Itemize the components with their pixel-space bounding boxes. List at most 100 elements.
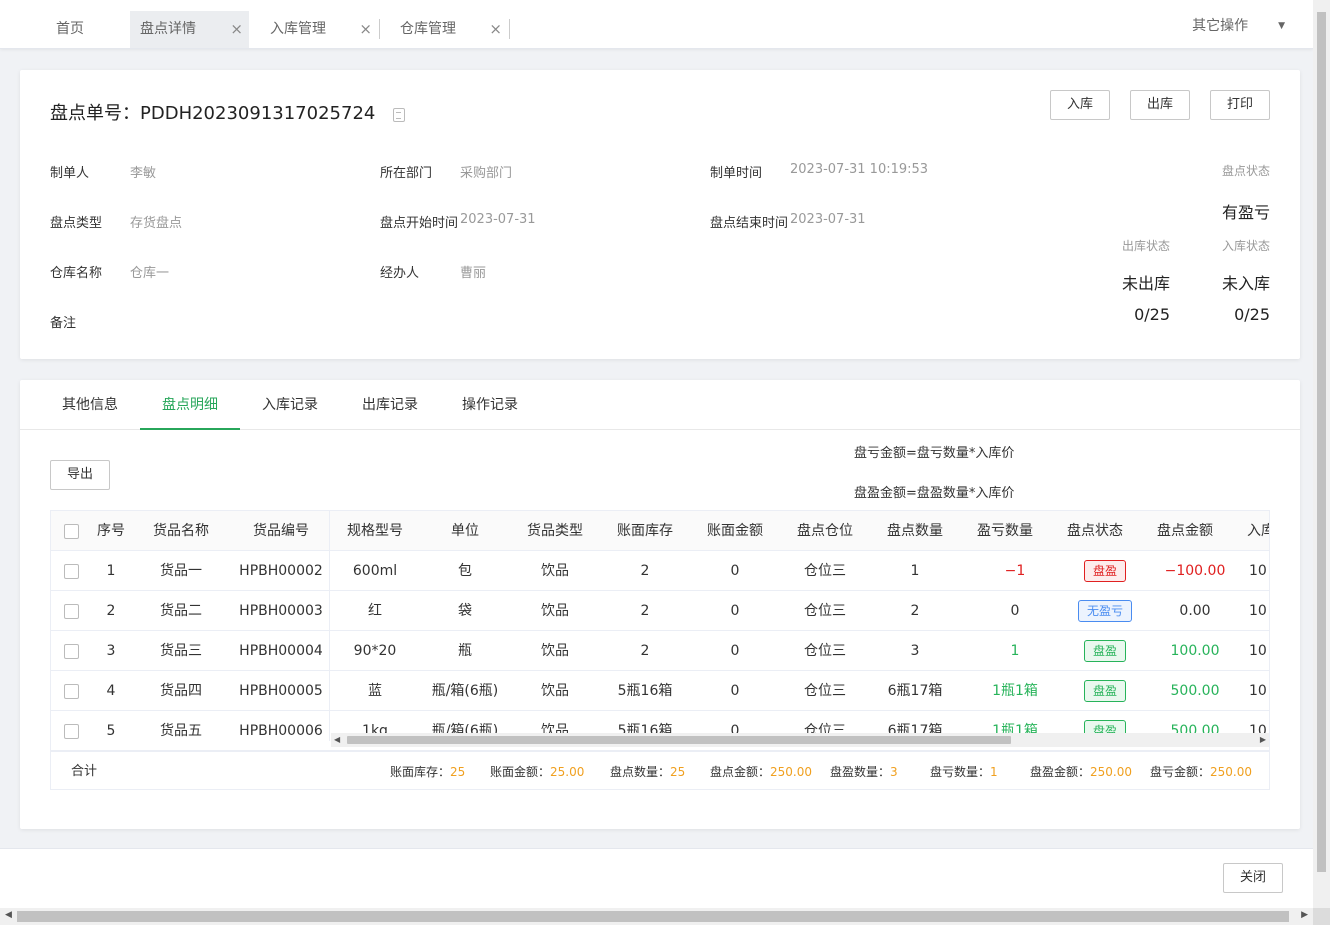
- caret-down-icon: ▼: [1278, 21, 1285, 31]
- stock-out-button[interactable]: 出库: [1130, 90, 1190, 120]
- summary-count-label: 盘点数量：: [610, 765, 671, 779]
- status-badge: 盘盈: [1083, 680, 1126, 702]
- row-book-stock: 2: [640, 563, 650, 579]
- tab-warehouse-mgmt[interactable]: 仓库管理 ×: [390, 11, 510, 48]
- tab-home[interactable]: 首页: [46, 11, 126, 48]
- tab-stock-in-records[interactable]: 入库记录: [250, 380, 330, 430]
- check-type-label: 盘点类型: [50, 216, 103, 231]
- out-status-label: 出库状态: [1121, 239, 1170, 253]
- tab-check-details[interactable]: 盘点明细: [140, 380, 240, 430]
- warehouse-value: 仓库一: [130, 266, 170, 281]
- row-spec: 蓝: [368, 683, 382, 699]
- row-checkbox[interactable]: [51, 631, 91, 671]
- order-info-card: 盘点单号：PDDH2023091317025724 入库 出库 打印 制单人 李…: [20, 70, 1300, 359]
- tab-operation-records[interactable]: 操作记录: [450, 380, 530, 430]
- tab-stock-in-mgmt[interactable]: 入库管理 ×: [260, 11, 380, 48]
- row-name: 货品三: [160, 643, 202, 659]
- row-code: HPBH00003: [239, 603, 323, 619]
- scroll-right-icon[interactable]: ▶: [1301, 910, 1308, 920]
- col-book-amount: 账面金额: [707, 523, 763, 539]
- row-stock-in: 10: [1249, 683, 1267, 699]
- summary-loss-amount-value: 250.00: [1210, 765, 1253, 779]
- fixed-column-divider: [329, 511, 330, 741]
- scroll-thumb[interactable]: [17, 911, 1289, 922]
- stock-in-button[interactable]: 入库: [1050, 90, 1110, 120]
- row-unit: 袋: [458, 603, 472, 619]
- department-label: 所在部门: [380, 166, 433, 181]
- end-time-label: 盘点结束时间: [710, 216, 789, 231]
- scroll-left-icon[interactable]: ◀: [5, 910, 12, 920]
- col-count: 盘点数量: [887, 523, 943, 539]
- tab-check-detail[interactable]: 盘点详情 ×: [130, 11, 249, 48]
- scrollbar-corner: [1313, 908, 1330, 925]
- col-code: 货品编号: [253, 523, 309, 539]
- select-all-checkbox[interactable]: [51, 511, 91, 551]
- table-summary-row: 合计 账面库存：25 账面金额：25.00 盘点数量：25 盘点金额：250.0…: [51, 751, 1269, 789]
- row-diff: 0: [1010, 603, 1020, 619]
- row-type: 饮品: [541, 683, 569, 699]
- close-icon[interactable]: ×: [359, 11, 372, 48]
- row-checkbox[interactable]: [51, 711, 91, 751]
- row-status: 盘盈: [1055, 551, 1155, 591]
- table-horizontal-scrollbar[interactable]: ◀ ▶: [331, 733, 1269, 747]
- row-diff: −1: [1004, 563, 1026, 579]
- row-name: 货品五: [160, 723, 202, 739]
- row-amount: −100.00: [1164, 563, 1226, 579]
- other-operations-dropdown[interactable]: 其它操作 ▼: [1192, 15, 1285, 35]
- row-diff: 1: [1010, 643, 1020, 659]
- page-vertical-scrollbar[interactable]: [1313, 0, 1330, 908]
- scroll-thumb[interactable]: [347, 736, 1011, 744]
- start-time-label: 盘点开始时间: [380, 216, 459, 231]
- remark-label: 备注: [50, 316, 77, 331]
- col-location: 盘点仓位: [797, 523, 853, 539]
- table-row: 2 货品二 HPBH00003 红 袋 饮品 2 0 仓位三 2 0 无盈亏 0…: [51, 591, 1269, 631]
- col-amount: 盘点金额: [1157, 523, 1213, 539]
- summary-book-amount-label: 账面金额：: [490, 765, 551, 779]
- row-name: 货品二: [160, 603, 202, 619]
- gain-formula: 盘盈金额=盘盈数量*入库价: [854, 486, 1015, 501]
- row-checkbox[interactable]: [51, 551, 91, 591]
- in-status-label: 入库状态: [1221, 239, 1270, 253]
- check-status-label: 盘点状态: [1221, 164, 1270, 178]
- tab-check-detail-label: 盘点详情: [140, 21, 196, 37]
- summary-gain-amount-label: 盘盈金额：: [1030, 765, 1091, 779]
- scroll-right-icon[interactable]: ▶: [1260, 735, 1266, 744]
- row-spec: 600ml: [352, 563, 398, 579]
- col-stock-in: 入库: [1247, 523, 1269, 539]
- loss-formula: 盘亏金额=盘亏数量*入库价: [854, 446, 1015, 461]
- scroll-thumb[interactable]: [1317, 12, 1326, 872]
- detail-tabs: 其他信息 盘点明细 入库记录 出库记录 操作记录: [20, 380, 1300, 430]
- creator-value: 李敏: [130, 166, 157, 181]
- summary-loss-qty-value: 1: [990, 765, 998, 779]
- col-unit: 单位: [451, 523, 479, 539]
- print-button[interactable]: 打印: [1210, 90, 1270, 120]
- row-unit: 瓶/箱(6瓶): [431, 683, 499, 699]
- close-icon[interactable]: ×: [230, 11, 243, 48]
- row-book-stock: 2: [640, 603, 650, 619]
- row-location: 仓位三: [804, 683, 846, 699]
- out-status-progress: 0/25: [1134, 305, 1170, 324]
- warehouse-label: 仓库名称: [50, 266, 103, 281]
- tab-other-info[interactable]: 其他信息: [50, 380, 130, 430]
- tab-stock-out-records[interactable]: 出库记录: [350, 380, 430, 430]
- page-horizontal-scrollbar[interactable]: ◀ ▶: [0, 908, 1313, 925]
- col-type: 货品类型: [527, 523, 583, 539]
- status-badge: 盘盈: [1083, 640, 1126, 662]
- row-type: 饮品: [541, 563, 569, 579]
- close-icon[interactable]: ×: [489, 11, 502, 48]
- row-checkbox[interactable]: [51, 591, 91, 631]
- scroll-left-icon[interactable]: ◀: [334, 735, 340, 744]
- detail-card: 其他信息 盘点明细 入库记录 出库记录 操作记录 导出 盘亏金额=盘亏数量*入库…: [20, 380, 1300, 829]
- summary-check-amount: 盘点金额：250.00: [710, 752, 812, 789]
- col-name: 货品名称: [153, 523, 209, 539]
- row-stock-in: 10: [1249, 643, 1267, 659]
- col-no: 序号: [97, 523, 125, 539]
- row-checkbox[interactable]: [51, 671, 91, 711]
- summary-book-stock: 账面库存：25: [390, 752, 465, 789]
- summary-book-stock-label: 账面库存：: [390, 765, 451, 779]
- close-button[interactable]: 关闭: [1223, 863, 1283, 893]
- department-value: 采购部门: [460, 166, 513, 181]
- export-button[interactable]: 导出: [50, 460, 110, 490]
- check-type-value: 存货盘点: [130, 216, 183, 231]
- copy-icon[interactable]: [393, 108, 406, 122]
